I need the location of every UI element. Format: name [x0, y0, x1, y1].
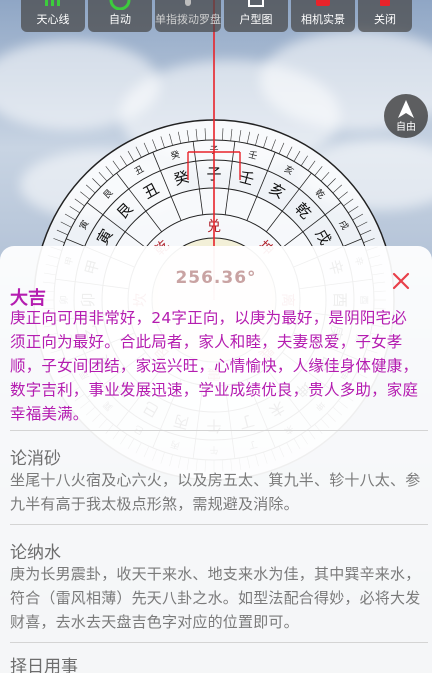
auto-button[interactable]: 自动 [88, 0, 152, 32]
toolbar-label: 单指拨动罗盘 [155, 13, 221, 26]
section-title: 论消砂 [10, 449, 61, 469]
auto-icon [109, 0, 131, 10]
camera-icon [316, 0, 330, 6]
camera-view-button[interactable]: 相机实景 [291, 0, 355, 32]
finger-icon [185, 0, 191, 6]
section-title: 论纳水 [10, 543, 61, 563]
section-body: 坐尾十八火宿及心六火，以及房五太、箕九半、轸十八太、参九半有高于我太极点形煞，需… [10, 471, 421, 513]
close-sheet-icon[interactable] [390, 270, 412, 292]
close-app-button[interactable]: 关闭 [358, 0, 412, 32]
free-label: 自由 [396, 121, 416, 133]
direction-description: 庚正向可用非常好，24字正向，以庚为最好，是阴阳宅必须正向为最好。合此局者，家人… [10, 309, 419, 423]
toolbar-label: 关闭 [374, 13, 396, 26]
tianxin-line-button[interactable]: 天心线 [21, 0, 85, 32]
analysis-sheet: 256.36° 大吉 庚正向可用非常好，24字正向，以庚为最好，是阴阳宅必须正向… [0, 246, 432, 673]
section-body: 庚为长男震卦，收天干来水、地支来水为佳，其中巽辛来水，符合（雷风相薄）先天八卦之… [10, 565, 421, 631]
close-icon [380, 0, 390, 6]
floorplan-button[interactable]: 户型图 [224, 0, 288, 32]
toolbar-label: 天心线 [36, 13, 70, 26]
angle-readout: 256.36° [175, 268, 257, 288]
grid-icon [45, 0, 60, 6]
toolbar-label: 自动 [109, 13, 131, 26]
section-title: 择日用事 [10, 657, 78, 673]
finger-rotate-button[interactable]: 单指拨动罗盘 [155, 0, 221, 32]
free-direction-button[interactable]: 自由 [384, 94, 428, 138]
toolbar-label: 相机实景 [301, 13, 345, 26]
floorplan-icon [248, 0, 264, 7]
navigation-arrow-icon [398, 99, 414, 118]
toolbar-label: 户型图 [239, 13, 273, 26]
top-toolbar: 天心线 自动 单指拨动罗盘 户型图 相机实景 关闭 [0, 0, 432, 34]
